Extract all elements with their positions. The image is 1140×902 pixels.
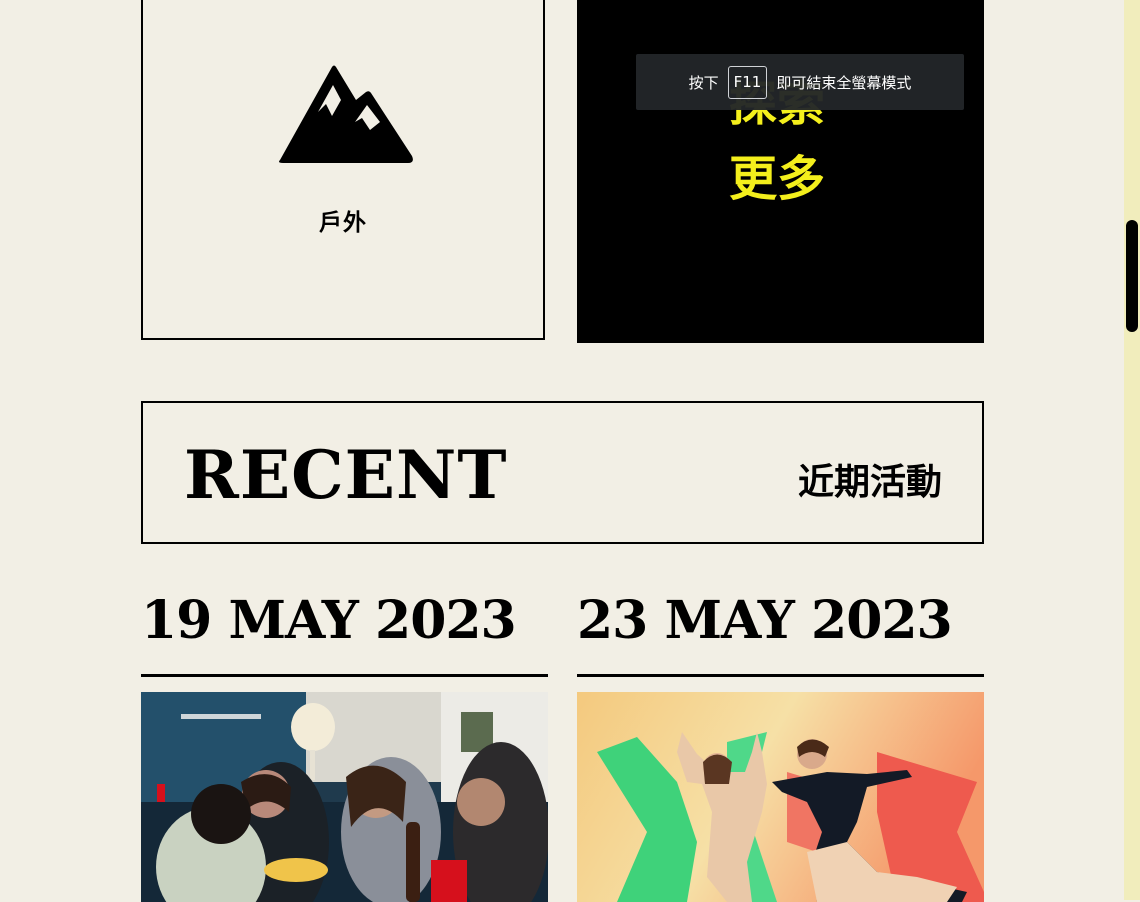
page: 戶外 探索 更多 按下 F11 即可結束全螢幕模式 RECENT 近期活動 19… [0,0,1124,902]
category-card-outdoor[interactable]: 戶外 [141,0,545,340]
category-label-outdoor: 戶外 [319,209,367,236]
event-photo-dance[interactable] [577,692,984,902]
event-card[interactable]: 23 MAY 2023 [577,590,984,902]
scrollbar-thumb[interactable] [1126,220,1138,332]
recent-subtitle: 近期活動 [797,461,942,503]
recent-section-header: RECENT 近期活動 [141,401,984,544]
toast-text-before: 按下 [688,73,719,92]
divider [577,674,984,677]
divider [141,674,548,677]
toast-text-after: 即可結束全螢幕模式 [776,73,912,92]
scrollbar-track[interactable] [1124,0,1140,900]
event-photo-movie-night[interactable] [141,692,548,902]
fullscreen-exit-toast: 按下 F11 即可結束全螢幕模式 [636,54,964,110]
more-text: 更多 [729,151,826,207]
recent-title: RECENT [184,436,508,514]
event-date: 23 MAY 2023 [577,590,953,651]
f11-key-badge: F11 [727,65,768,99]
event-date: 19 MAY 2023 [141,590,517,651]
mountain-icon [279,65,413,163]
explore-more-card[interactable]: 探索 更多 [577,0,984,343]
event-card[interactable]: 19 MAY 2023 [141,590,548,902]
